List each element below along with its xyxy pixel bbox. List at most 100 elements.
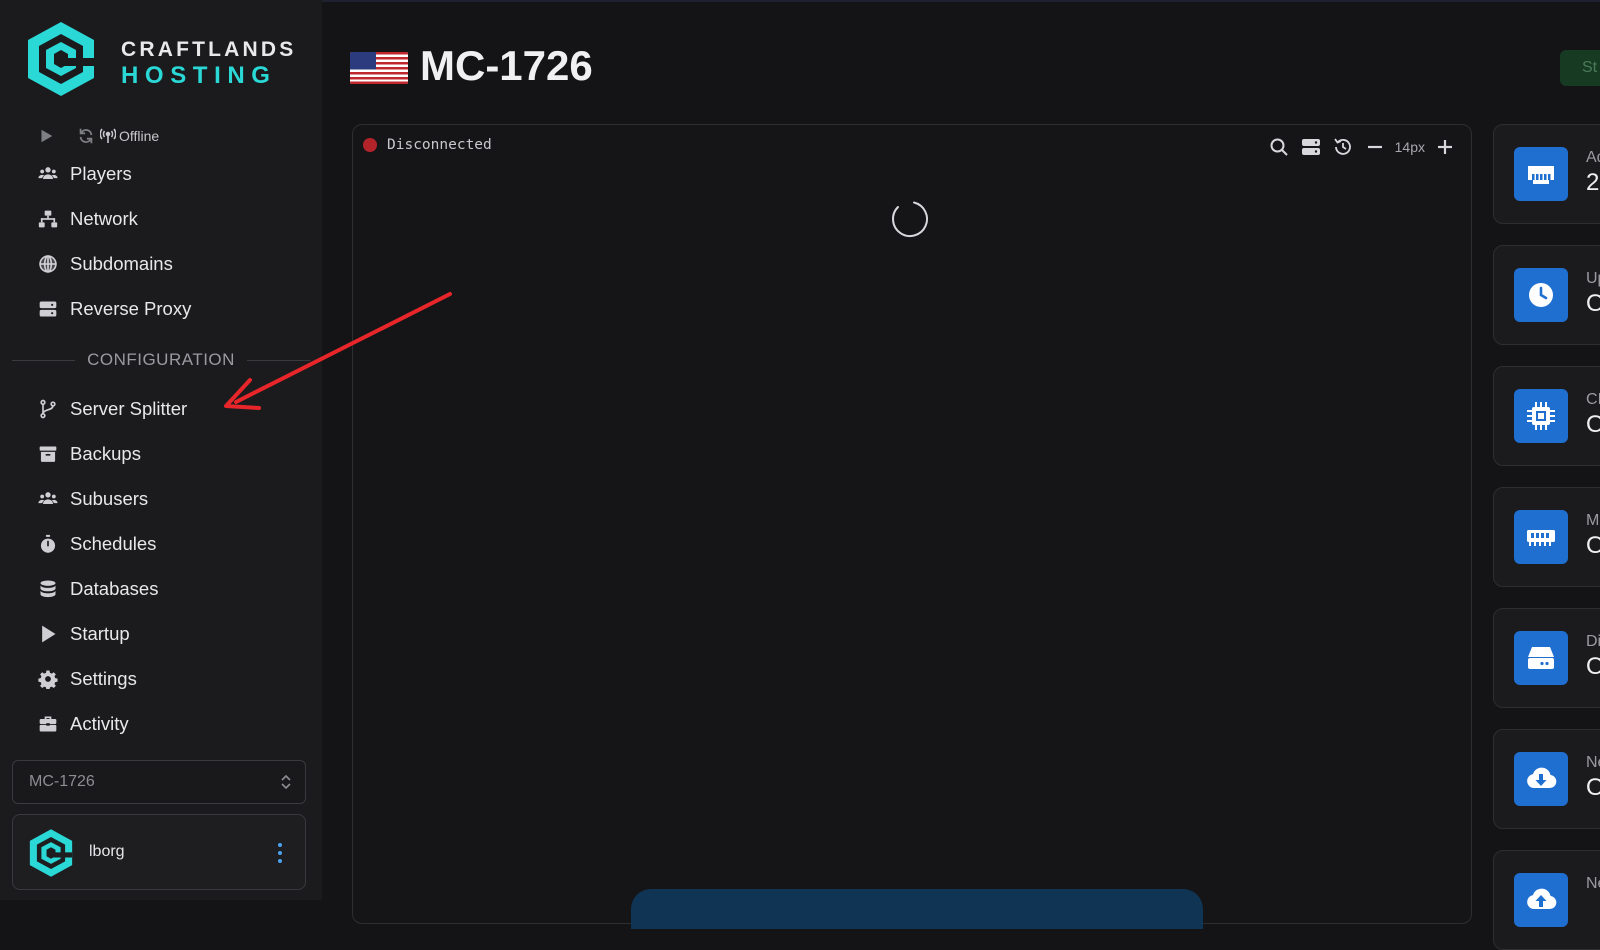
brand-name-line1: CRAFTLANDS bbox=[121, 38, 297, 61]
stat-value: O bbox=[1586, 290, 1600, 317]
stat-card-network-out: Ne bbox=[1493, 850, 1600, 950]
zoom-out-icon[interactable] bbox=[1363, 135, 1387, 159]
sidebar-item-startup[interactable]: Startup bbox=[24, 615, 304, 653]
us-flag-icon bbox=[350, 52, 408, 84]
database-icon bbox=[36, 577, 60, 601]
page-title: MC-1726 bbox=[420, 42, 593, 89]
stat-card-memory: M O bbox=[1493, 487, 1600, 587]
sidebar-item-label: Startup bbox=[70, 623, 130, 644]
network-icon bbox=[36, 207, 60, 231]
divider bbox=[12, 359, 76, 361]
brand-name-line2: HOSTING bbox=[121, 62, 277, 89]
sidebar-item-label: Activity bbox=[70, 713, 129, 734]
zoom-in-icon[interactable] bbox=[1433, 135, 1457, 159]
craftlands-logo-icon bbox=[28, 22, 94, 96]
sidebar-item-label: Backups bbox=[70, 443, 141, 464]
sidebar-item-databases[interactable]: Databases bbox=[24, 570, 304, 608]
console-panel[interactable]: Disconnected 14px bbox=[352, 124, 1472, 929]
archive-icon bbox=[36, 442, 60, 466]
user-card[interactable]: lborg bbox=[12, 814, 306, 890]
section-heading-configuration: CONFIGURATION bbox=[12, 348, 311, 372]
chevron-up-down-icon bbox=[281, 774, 291, 790]
gear-icon bbox=[36, 667, 60, 691]
command-input-bar[interactable] bbox=[631, 889, 1203, 929]
stat-value: O bbox=[1586, 653, 1600, 680]
briefcase-icon bbox=[36, 712, 60, 736]
power-controls: Offline bbox=[36, 124, 159, 148]
users-icon bbox=[36, 162, 60, 186]
sidebar-item-label: Reverse Proxy bbox=[70, 298, 192, 319]
users-icon bbox=[36, 487, 60, 511]
sidebar-item-label: Server Splitter bbox=[70, 398, 188, 419]
branch-icon bbox=[36, 397, 60, 421]
stat-card-disk: Di O bbox=[1493, 608, 1600, 708]
sidebar-item-network[interactable]: Network bbox=[24, 200, 304, 238]
sidebar-item-players[interactable]: Players bbox=[24, 155, 304, 193]
stat-card-cpu: CI O bbox=[1493, 366, 1600, 466]
stopwatch-icon bbox=[36, 532, 60, 556]
user-name: lborg bbox=[89, 843, 125, 860]
sidebar-item-label: Subusers bbox=[70, 488, 149, 509]
stat-value: O bbox=[1586, 411, 1600, 438]
sidebar-item-label: Players bbox=[70, 163, 132, 184]
stat-value: O bbox=[1586, 532, 1600, 559]
sidebar-item-reverse-proxy[interactable]: Reverse Proxy bbox=[24, 290, 304, 328]
sidebar-item-settings[interactable]: Settings bbox=[24, 660, 304, 698]
sidebar-item-schedules[interactable]: Schedules bbox=[24, 525, 304, 563]
play-icon bbox=[36, 622, 60, 646]
avatar bbox=[29, 829, 73, 877]
search-icon[interactable] bbox=[1267, 135, 1291, 159]
connection-status: Offline bbox=[100, 128, 159, 144]
stat-value: 2: bbox=[1586, 169, 1600, 196]
stat-label: Ne bbox=[1586, 754, 1600, 771]
sidebar-item-subdomains[interactable]: Subdomains bbox=[24, 245, 304, 283]
stat-card-uptime: Up O bbox=[1493, 245, 1600, 345]
ethernet-icon bbox=[1514, 147, 1568, 201]
sidebar-item-activity[interactable]: Activity bbox=[24, 705, 304, 743]
stat-label: Up bbox=[1586, 270, 1600, 287]
restart-icon[interactable] bbox=[76, 126, 96, 146]
sidebar-item-label: Settings bbox=[70, 668, 137, 689]
loading-spinner-icon bbox=[892, 201, 929, 238]
stat-label: Ne bbox=[1586, 875, 1600, 892]
sidebar-item-label: Network bbox=[70, 208, 138, 229]
stat-label: Ad bbox=[1586, 149, 1600, 166]
server-icon bbox=[36, 297, 60, 321]
sidebar-item-server-splitter[interactable]: Server Splitter bbox=[24, 390, 304, 428]
cloud-download-icon bbox=[1514, 752, 1568, 806]
server-icon[interactable] bbox=[1299, 135, 1323, 159]
sidebar-item-label: Databases bbox=[70, 578, 159, 599]
section-label: CONFIGURATION bbox=[87, 350, 235, 369]
clock-icon bbox=[1514, 268, 1568, 322]
more-vertical-icon[interactable] bbox=[275, 841, 285, 865]
antenna-icon bbox=[100, 128, 116, 143]
stat-card-network-in: Ne O bbox=[1493, 729, 1600, 829]
start-button[interactable]: St bbox=[1560, 50, 1600, 86]
console-status-text: Disconnected bbox=[387, 137, 492, 153]
font-size-label: 14px bbox=[1394, 139, 1425, 155]
server-select[interactable]: MC-1726 bbox=[12, 760, 306, 804]
stat-label: CI bbox=[1586, 391, 1600, 408]
divider bbox=[246, 359, 311, 361]
server-select-value: MC-1726 bbox=[29, 773, 95, 790]
play-icon[interactable] bbox=[36, 126, 56, 146]
cloud-upload-icon bbox=[1514, 873, 1568, 927]
stat-label: M bbox=[1586, 512, 1600, 529]
sidebar-item-subusers[interactable]: Subusers bbox=[24, 480, 304, 518]
stat-value: O bbox=[1586, 774, 1600, 801]
globe-icon bbox=[36, 252, 60, 276]
cpu-icon bbox=[1514, 389, 1568, 443]
sidebar-item-backups[interactable]: Backups bbox=[24, 435, 304, 473]
disk-icon bbox=[1514, 631, 1568, 685]
stat-card-address: Ad 2: bbox=[1493, 124, 1600, 224]
memory-icon bbox=[1514, 510, 1568, 564]
connection-status-label: Offline bbox=[119, 128, 160, 144]
status-dot bbox=[363, 138, 377, 152]
sidebar: CRAFTLANDS HOSTING Offline Players Netwo… bbox=[0, 0, 322, 900]
history-icon[interactable] bbox=[1331, 135, 1355, 159]
stat-label: Di bbox=[1586, 633, 1600, 650]
sidebar-item-label: Schedules bbox=[70, 533, 157, 554]
sidebar-item-label: Subdomains bbox=[70, 253, 173, 274]
console-toolbar: 14px bbox=[1259, 135, 1457, 159]
brand[interactable]: CRAFTLANDS HOSTING bbox=[26, 20, 306, 100]
